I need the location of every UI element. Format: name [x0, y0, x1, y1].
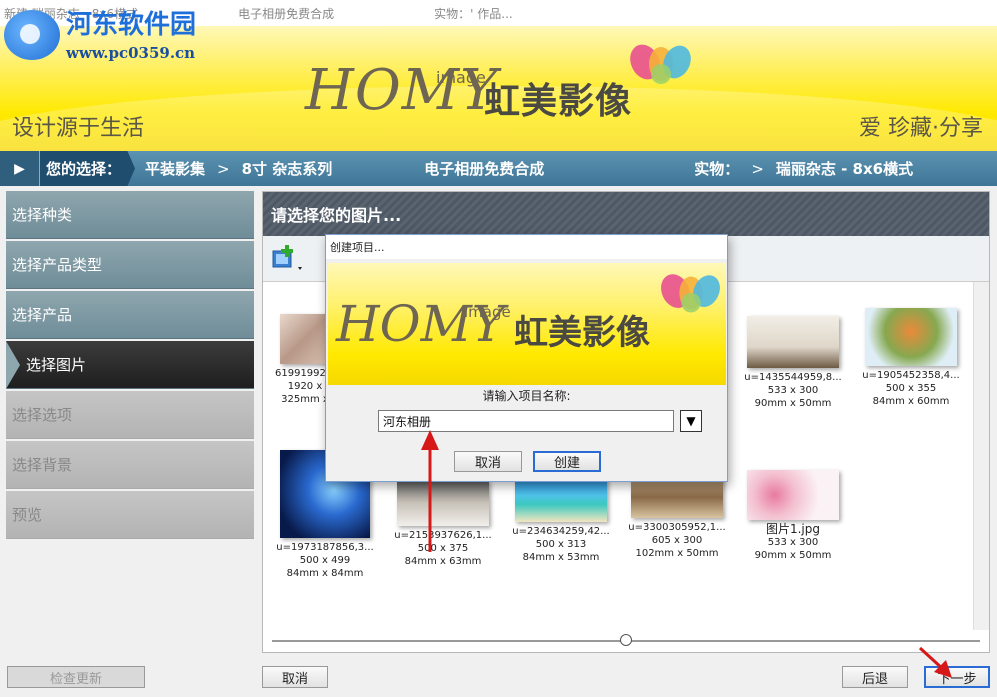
grid-scrollbar[interactable]	[973, 282, 989, 630]
cancel-button[interactable]: 取消	[262, 666, 328, 688]
dialog-banner: HOMY image 虹美影像	[328, 263, 726, 385]
dialog-title: 创建项目...	[326, 235, 727, 259]
watermark-title: 河东软件园	[66, 10, 197, 40]
thumb-image	[515, 478, 607, 522]
zoom-slider[interactable]	[262, 630, 990, 650]
dialog-brand-hearts-icon	[661, 274, 720, 313]
picture-thumb[interactable]: u=234634259,42... 500 x 313 84mm x 53mm	[511, 478, 611, 564]
title-segment-product: 实物：' 作品...	[434, 6, 513, 21]
add-picture-icon	[272, 244, 302, 270]
watermark-logo-icon	[4, 10, 60, 60]
dialog-cancel-button[interactable]: 取消	[454, 451, 522, 472]
thumb-image	[747, 316, 839, 368]
breadcrumb-item-series: 8寸 杂志系列	[241, 160, 333, 178]
add-picture-button[interactable]	[269, 243, 307, 275]
selection-breadcrumb: ▶ 您的选择： 平装影集 > 8寸 杂志系列 电子相册免费合成 实物： > 瑞丽…	[0, 151, 997, 186]
sidebar-item-preview: 预览	[6, 491, 254, 539]
sidebar-item-product-type[interactable]: 选择产品类型	[6, 241, 254, 289]
brand-hearts-icon	[630, 44, 691, 84]
sidebar-item-product[interactable]: 选择产品	[6, 291, 254, 339]
panel-title: 请选择您的图片...	[263, 192, 989, 236]
project-name-dropdown[interactable]: ▼	[680, 410, 702, 432]
picture-thumb[interactable]: u=1435544959,8... 533 x 300 90mm x 50mm	[743, 316, 843, 410]
slogan-left: 设计源于生活	[12, 116, 145, 141]
breadcrumb-label: 您的选择：	[40, 151, 136, 186]
picture-thumb[interactable]: u=3300305952,1... 605 x 300 102mm x 50mm	[627, 472, 727, 560]
dialog-brand-chinese-name: 虹美影像	[514, 313, 650, 353]
chevron-down-icon: ▼	[686, 414, 696, 428]
breadcrumb-separator: >	[751, 159, 764, 178]
thumb-image	[747, 470, 839, 520]
project-name-prompt: 请输入项目名称:	[482, 389, 571, 403]
annotation-arrow-icon	[918, 646, 952, 678]
sidebar-item-background: 选择背景	[6, 441, 254, 489]
thumb-image	[280, 314, 330, 364]
check-update-button[interactable]: 检查更新	[7, 666, 145, 688]
thumb-image	[397, 480, 489, 526]
step-sidebar: 选择种类 选择产品类型 选择产品 选择图片 选择选项 选择背景 预览	[6, 191, 254, 541]
brand-logo-sup: image	[436, 68, 486, 87]
create-project-dialog: 创建项目... HOMY image 虹美影像 请输入项目名称: 河东相册 ▼ …	[325, 234, 728, 482]
sidebar-item-options: 选择选项	[6, 391, 254, 439]
site-watermark: 河东软件园 www.pc0359.cn	[4, 10, 196, 62]
thumb-image	[865, 308, 957, 366]
dialog-brand-logo-sup: image	[464, 303, 511, 321]
sidebar-item-pictures[interactable]: 选择图片	[6, 341, 254, 389]
watermark-url: www.pc0359.cn	[66, 44, 196, 62]
zoom-slider-handle[interactable]	[620, 634, 632, 646]
nav-play-icon[interactable]: ▶	[0, 151, 40, 186]
breadcrumb-separator: >	[217, 159, 230, 178]
breadcrumb-product: 瑞丽杂志 - 8x6横式	[775, 160, 914, 178]
breadcrumb-product-label: 实物：	[694, 160, 740, 178]
breadcrumb-mode: 电子相册免费合成	[424, 160, 545, 178]
back-button[interactable]: 后退	[842, 666, 908, 688]
dialog-create-button[interactable]: 创建	[533, 451, 601, 472]
sidebar-item-category[interactable]: 选择种类	[6, 191, 254, 239]
breadcrumb-item-album: 平装影集	[145, 160, 206, 178]
annotation-arrow-icon	[421, 430, 439, 552]
title-segment-mode: 电子相册免费合成	[238, 6, 335, 21]
picture-thumb[interactable]: u=1905452358,4... 500 x 355 84mm x 60mm	[861, 308, 961, 408]
slogan-right: 爱 珍藏·分享	[859, 116, 983, 141]
brand-chinese-name: 虹美影像	[484, 81, 633, 122]
picture-thumb[interactable]: u=2153937626,1... 500 x 375 84mm x 63mm	[393, 480, 493, 568]
picture-thumb[interactable]: 图片1.jpg 533 x 300 90mm x 50mm	[743, 470, 843, 562]
